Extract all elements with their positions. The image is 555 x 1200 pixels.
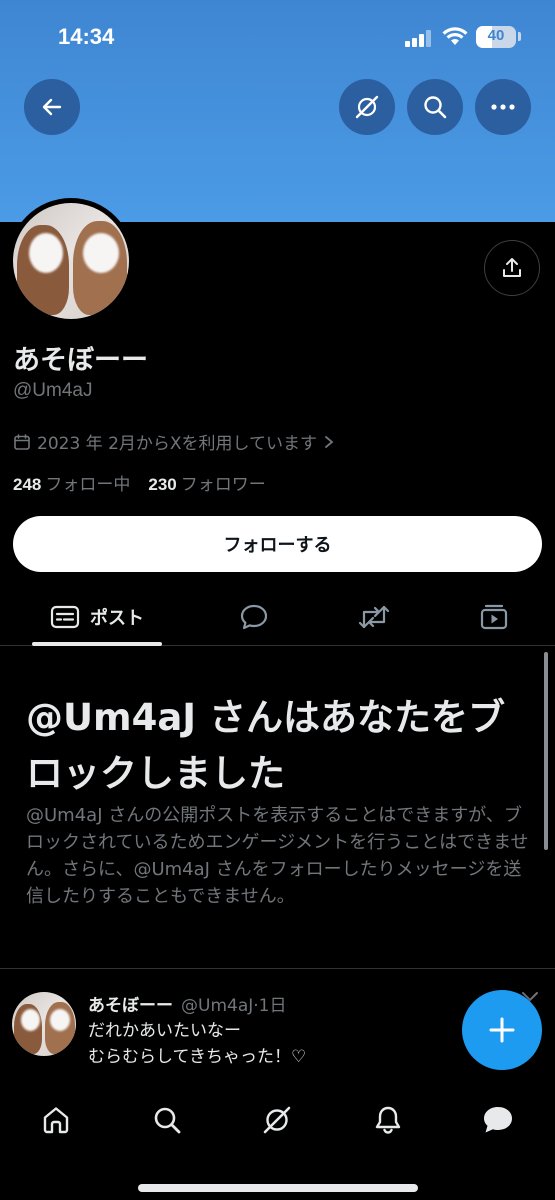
battery-percent: 40 <box>487 27 505 44</box>
blocked-title: @Um4aJ さんはあなたをブロックしました <box>26 696 505 795</box>
share-icon <box>503 258 521 277</box>
more-horizontal-icon <box>491 104 515 110</box>
nav-notifications[interactable] <box>366 1098 410 1142</box>
following-count: 248 <box>13 475 42 494</box>
messages-icon <box>484 1107 512 1133</box>
profile-tabs: ポスト <box>0 588 555 646</box>
following-link[interactable]: 248 フォロー中 <box>13 470 130 495</box>
tweet-text[interactable]: だれかあいたいなー むらむらしてきちゃった！♡ <box>88 1018 306 1071</box>
divider <box>0 968 555 969</box>
tab-posts[interactable]: ポスト <box>32 588 162 646</box>
status-bar: 14:34 40 <box>0 0 555 70</box>
tab-replies[interactable] <box>226 588 282 646</box>
battery-icon: 40 <box>476 26 516 48</box>
grok-button[interactable] <box>339 79 395 135</box>
share-button[interactable] <box>484 240 540 296</box>
status-time: 14:34 <box>58 24 115 49</box>
tweet-text-line: むらむらしてきちゃった！♡ <box>88 1047 307 1068</box>
cellular-signal-icon <box>405 29 431 47</box>
tweet-avatar[interactable] <box>12 992 76 1056</box>
nav-home[interactable] <box>34 1098 78 1142</box>
grok-icon <box>355 95 379 119</box>
bottom-navigation <box>0 1080 555 1200</box>
tweet-header: あそぼーー @Um4aJ·1日 <box>88 991 286 1016</box>
compose-button[interactable] <box>462 990 542 1070</box>
home-indicator <box>138 1184 418 1192</box>
tweet-author-name[interactable]: あそぼーー <box>88 991 173 1016</box>
followers-count: 230 <box>148 475 177 494</box>
follow-stats: 248 フォロー中 230 フォロワー <box>13 470 266 495</box>
followers-link[interactable]: 230 フォロワー <box>148 470 265 495</box>
media-icon <box>480 604 508 630</box>
posts-icon <box>50 605 80 629</box>
home-icon <box>43 1107 69 1134</box>
followers-label: フォロワー <box>180 475 266 495</box>
tab-posts-label: ポスト <box>90 608 144 629</box>
grok-icon <box>263 1106 291 1134</box>
tab-media[interactable] <box>466 588 522 646</box>
active-tab-indicator <box>32 642 162 646</box>
repost-icon <box>358 605 390 629</box>
blocked-description: @Um4aJ さんの公開ポストを表示することはできますが、ブロックされているため… <box>26 805 529 907</box>
tab-reposts[interactable] <box>346 588 402 646</box>
following-label: フォロー中 <box>45 475 131 495</box>
tweet-author-handle: @Um4aJ <box>181 996 254 1016</box>
avatar <box>13 203 129 319</box>
search-button[interactable] <box>407 79 463 135</box>
calendar-icon <box>14 433 30 450</box>
joined-date[interactable]: 2023 年 2月からXを利用しています <box>13 429 335 454</box>
notifications-icon <box>375 1106 401 1134</box>
chevron-right-icon <box>325 435 334 448</box>
wifi-icon <box>442 27 468 45</box>
arrow-left-icon <box>42 98 62 116</box>
profile-handle: @Um4aJ <box>13 380 93 401</box>
back-button[interactable] <box>24 79 80 135</box>
reply-icon <box>240 604 268 630</box>
nav-search[interactable] <box>145 1098 189 1142</box>
tweet-time: ·1日 <box>253 996 287 1016</box>
follow-button[interactable]: フォローする <box>13 516 542 572</box>
tweet-text-line: だれかあいたいなー <box>88 1021 241 1041</box>
search-icon <box>424 96 447 119</box>
more-button[interactable] <box>475 79 531 135</box>
compose-plus-icon <box>489 1017 515 1043</box>
profile-avatar[interactable] <box>8 198 134 324</box>
joined-text: 2023 年 2月からXを利用しています <box>37 434 318 454</box>
display-name: あそぼーー <box>13 345 148 376</box>
scrollbar[interactable] <box>544 652 548 850</box>
search-icon <box>154 1107 181 1134</box>
nav-grok[interactable] <box>255 1098 299 1142</box>
nav-messages[interactable] <box>476 1098 520 1142</box>
